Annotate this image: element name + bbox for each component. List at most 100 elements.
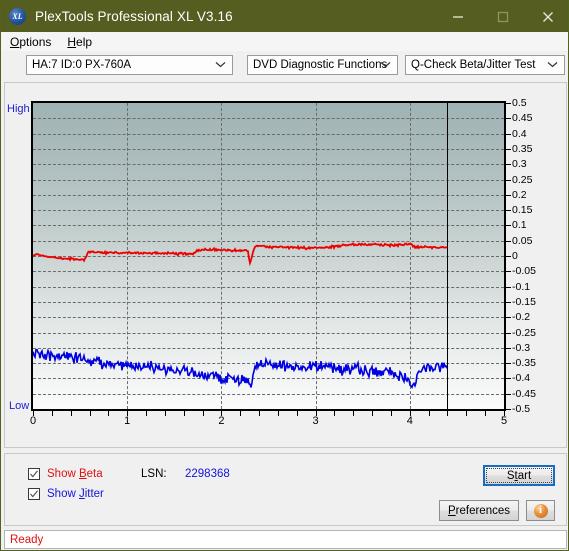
x-tick-mark: [51, 411, 53, 416]
x-tick-mark: [353, 411, 355, 416]
x-tick-mark: [315, 411, 317, 416]
y-tick-label: -0.5: [512, 403, 531, 415]
menu-item-help[interactable]: Help: [60, 34, 99, 50]
y-tick-mark: [506, 118, 511, 120]
y-tick-label: -0.15: [512, 295, 536, 308]
y-tick-label: -0.45: [512, 387, 536, 400]
y-tick-mark: [506, 363, 511, 365]
y-tick-label: 0.3: [512, 158, 527, 171]
x-tick-mark: [202, 411, 204, 416]
y-tick-mark: [506, 179, 511, 181]
status-bar: Ready: [4, 530, 567, 549]
test-select-value: Q-Check Beta/Jitter Test: [411, 59, 536, 71]
status-text: Ready: [10, 533, 44, 546]
chevron-down-icon: [547, 59, 558, 71]
y-tick-label: -0.35: [512, 357, 536, 370]
x-tick-label: 5: [500, 415, 508, 427]
menu-item-options[interactable]: Options: [3, 34, 58, 50]
y-tick-mark: [506, 286, 511, 288]
x-tick-mark: [334, 411, 336, 416]
x-tick-mark: [485, 411, 487, 416]
y-tick-mark: [506, 240, 511, 242]
plextools-window: XL PlexTools Professional XL V3.16 Optio…: [0, 0, 569, 551]
y-tick-mark: [506, 332, 511, 334]
x-tick-mark: [466, 411, 468, 416]
y-tick-label: 0.45: [512, 112, 533, 125]
lsn-label: LSN:: [141, 468, 167, 480]
y-tick-label: 0.25: [512, 173, 533, 186]
y-tick-label: 0.05: [512, 234, 533, 247]
axis-label-high: High: [7, 103, 30, 115]
y-tick-label: -0.25: [512, 326, 536, 339]
y-tick-label: 0.2: [512, 188, 527, 201]
y-tick-label: -0.1: [512, 280, 531, 293]
y-tick-mark: [506, 409, 511, 410]
maximize-icon[interactable]: [480, 1, 525, 32]
series-beta: [33, 242, 448, 267]
y-tick-mark: [506, 301, 511, 303]
info-icon: i: [533, 503, 548, 518]
x-tick-label: 2: [218, 415, 225, 427]
x-tick-mark: [221, 411, 223, 416]
show-jitter-checkbox[interactable]: [28, 488, 40, 500]
y-tick-label: -0.4: [512, 372, 531, 385]
window-buttons: [435, 1, 568, 32]
x-tick-mark: [33, 411, 34, 416]
start-button[interactable]: St art: [483, 465, 555, 486]
selector-row: HA:7 ID:0 PX-760A DVD Diagnostic Functio…: [1, 51, 568, 79]
title-bar: XL PlexTools Professional XL V3.16: [1, 1, 568, 32]
close-icon[interactable]: [525, 1, 568, 32]
x-tick-mark: [447, 411, 449, 416]
y-tick-label: 0.1: [512, 219, 527, 232]
minimize-icon[interactable]: [435, 1, 480, 32]
preferences-button[interactable]: Preferences: [439, 500, 519, 521]
show-beta-label: Show Beta: [47, 468, 103, 480]
x-tick-mark: [277, 411, 279, 416]
test-select[interactable]: Q-Check Beta/Jitter Test: [405, 55, 565, 75]
x-tick-label: 3: [312, 415, 319, 427]
x-tick-mark: [409, 411, 411, 416]
show-beta-row[interactable]: Show Beta: [28, 468, 103, 480]
x-tick-mark: [240, 411, 242, 416]
show-jitter-row[interactable]: Show Jitter: [28, 488, 104, 500]
y-tick-label: 0: [512, 250, 518, 262]
drive-select[interactable]: HA:7 ID:0 PX-760A: [26, 55, 233, 75]
info-button[interactable]: i: [526, 500, 555, 521]
y-tick-mark: [506, 194, 511, 196]
chevron-down-icon: [215, 59, 226, 71]
drive-select-value: HA:7 ID:0 PX-760A: [32, 59, 132, 71]
y-tick-mark: [506, 103, 511, 104]
x-tick-mark: [127, 411, 129, 416]
lsn-value: 2298368: [185, 468, 230, 480]
plot-area[interactable]: [31, 101, 506, 411]
x-tick-label: 4: [406, 415, 413, 427]
x-tick-mark: [390, 411, 392, 416]
preferences-button-label: Preferences: [447, 504, 510, 517]
window-title: PlexTools Professional XL V3.16: [35, 9, 233, 24]
x-tick-label: 1: [124, 415, 131, 427]
y-tick-label: 0.4: [512, 127, 527, 140]
function-select-value: DVD Diagnostic Functions: [253, 59, 388, 71]
show-beta-checkbox[interactable]: [28, 468, 40, 480]
y-tick-mark: [506, 393, 511, 395]
y-tick-mark: [506, 225, 511, 227]
x-tick-mark: [428, 411, 430, 416]
x-tick-mark: [70, 411, 72, 416]
y-tick-label: -0.2: [512, 311, 531, 324]
x-tick-mark: [108, 411, 110, 416]
xl-app-icon: XL: [9, 8, 26, 25]
x-tick-label: 0: [29, 415, 37, 427]
x-tick-mark: [296, 411, 298, 416]
y-tick-label: 0.35: [512, 142, 533, 155]
y-tick-mark: [506, 271, 511, 273]
y-tick-mark: [506, 133, 511, 135]
y-tick-label: -0.3: [512, 341, 531, 354]
y-tick-mark: [506, 347, 511, 349]
y-tick-mark: [506, 148, 511, 150]
function-select[interactable]: DVD Diagnostic Functions: [247, 55, 398, 75]
controls-panel: Show Beta Show Jitter LSN: 2298368 St art…: [4, 453, 567, 526]
y-tick-mark: [506, 164, 511, 166]
x-tick-mark: [146, 411, 148, 416]
x-tick-mark: [372, 411, 374, 416]
series-jitter: [33, 348, 448, 390]
